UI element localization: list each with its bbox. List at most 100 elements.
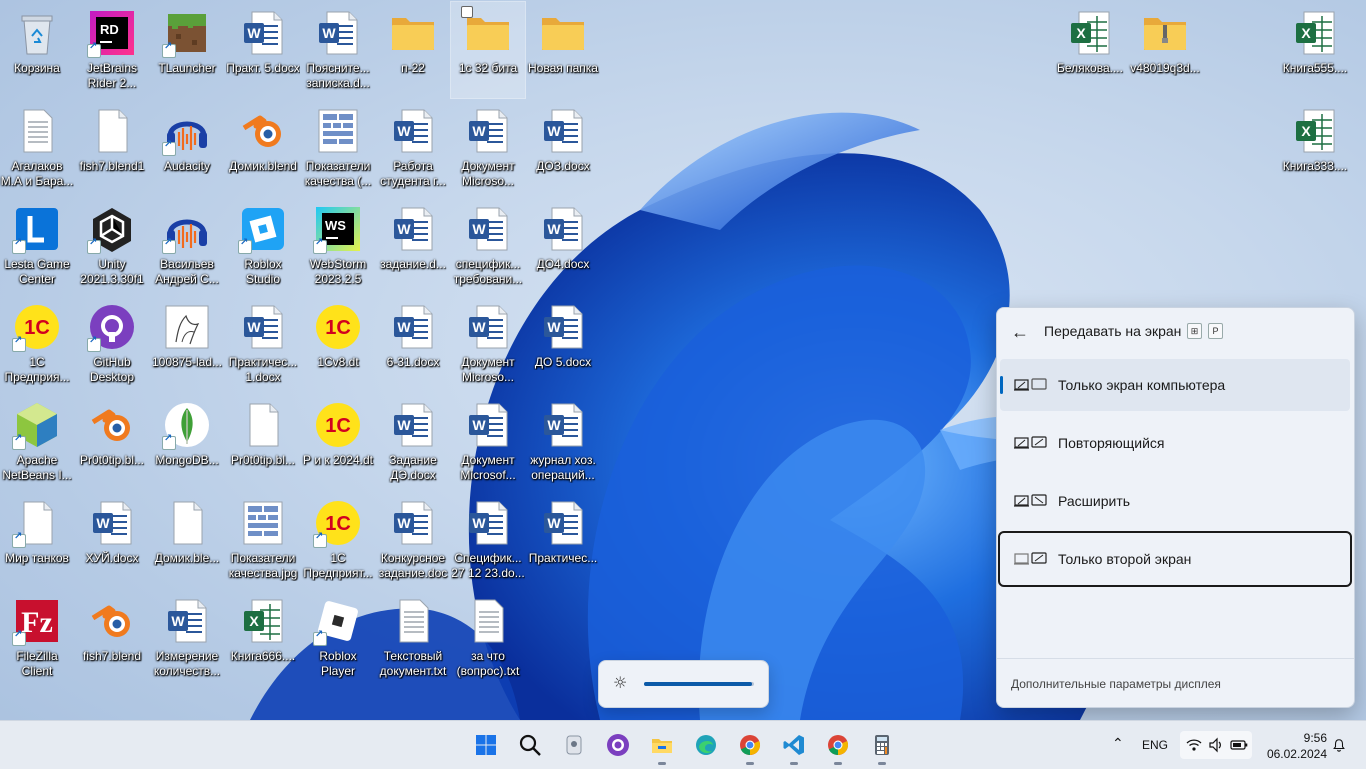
desktop-icon[interactable]: fish7.blend1 xyxy=(75,100,149,196)
desktop-icon-label: Агалаков М.А и Бара... xyxy=(0,159,74,188)
desktop-icon[interactable]: W Измерение количеств... xyxy=(150,590,224,686)
desktop-icon[interactable]: Unity 2021.3.30f1 xyxy=(75,198,149,294)
shortcut-arrow-icon xyxy=(162,139,176,156)
desktop-icon-label: Документ Microso... xyxy=(461,159,515,188)
desktop-icon[interactable]: X Книга666.... xyxy=(226,590,300,686)
desktop-icon[interactable]: 1С Р и к 2024.dt xyxy=(301,394,375,490)
desktop-icon[interactable]: Текстовый документ.txt xyxy=(376,590,450,686)
desktop-icon[interactable]: W ХУЙ.docx xyxy=(75,492,149,588)
back-arrow-icon[interactable]: ← xyxy=(1009,322,1031,344)
desktop-icon[interactable]: MongoDB... xyxy=(150,394,224,490)
desktop-icon[interactable]: X Книга333.... xyxy=(1278,100,1352,196)
running-indicator xyxy=(746,762,754,765)
taskbar-app-unknown[interactable] xyxy=(558,729,590,761)
search-button[interactable] xyxy=(514,729,546,761)
chevron-up-icon[interactable]: ⌃ xyxy=(1112,735,1124,752)
desktop-icon[interactable]: W Поясните... записка.d... xyxy=(301,2,375,98)
desktop-icon[interactable]: Fz FileZilla Client xyxy=(0,590,74,686)
desktop-icon[interactable]: Wспецифик... требовани... xyxy=(451,198,525,294)
start-button[interactable] xyxy=(470,729,502,761)
desktop-icon[interactable]: 1С 1Cv8.dt xyxy=(301,296,375,392)
desktop-icon[interactable]: WS WebStorm 2023.2.5 xyxy=(301,198,375,294)
desktop-icon[interactable]: за что (вопрос).txt xyxy=(451,590,525,686)
clock-date[interactable]: 06.02.2024 xyxy=(1264,747,1327,761)
option-second-screen-only[interactable]: Только второй экран xyxy=(998,531,1352,587)
desktop-icon[interactable]: W Практ. 5.docx xyxy=(226,2,300,98)
desktop-icon[interactable]: W Документ Microso... xyxy=(451,100,525,196)
desktop-icon-label: TLauncher xyxy=(158,61,216,75)
svg-text:W: W xyxy=(397,515,411,531)
option-extend[interactable]: Расширить xyxy=(1000,475,1350,527)
desktop-icon[interactable]: Домик.blend xyxy=(226,100,300,196)
desktop-icon[interactable]: W Документ Microsof... xyxy=(451,394,525,490)
desktop-icon[interactable]: TLauncher xyxy=(150,2,224,98)
desktop-icon[interactable]: Показатели качества (... xyxy=(301,100,375,196)
language-indicator[interactable]: ENG xyxy=(1142,738,1168,752)
word-doc-icon: W xyxy=(238,302,288,352)
desktop-icon[interactable]: Roblox Studio xyxy=(226,198,300,294)
desktop-icon[interactable]: Pr0t0tip.bl... xyxy=(226,394,300,490)
desktop-icon[interactable]: Мир танков xyxy=(0,492,74,588)
taskbar-chrome[interactable] xyxy=(734,729,766,765)
desktop-icon[interactable]: fish7.blend xyxy=(75,590,149,686)
desktop-icon[interactable]: W ДОЗ.docx xyxy=(526,100,600,196)
option-pc-screen-only[interactable]: Только экран компьютера xyxy=(1000,359,1350,411)
desktop-icon[interactable]: Васильев Андрей С... xyxy=(150,198,224,294)
desktop-icon[interactable]: GitHub Desktop xyxy=(75,296,149,392)
desktop-icon[interactable]: Audacity xyxy=(150,100,224,196)
desktop-icon-label: Р и к 2024.dt xyxy=(303,453,373,467)
shortcut-arrow-icon xyxy=(12,335,26,352)
desktop-icon[interactable]: v48019q3d... xyxy=(1128,2,1202,98)
desktop-icon[interactable]: Apache NetBeans I... xyxy=(0,394,74,490)
desktop-icon[interactable]: 1С 1С Предприят... xyxy=(301,492,375,588)
desktop-icon[interactable]: Показатели качества.jpg xyxy=(226,492,300,588)
desktop-icon[interactable]: X Книга555.... xyxy=(1278,2,1352,98)
project-panel-footer: Дополнительные параметры дисплея xyxy=(997,658,1354,707)
desktop-icon[interactable]: W Работа студента г... xyxy=(376,100,450,196)
desktop-icon[interactable]: п-22 xyxy=(376,2,450,98)
notification-bell-icon[interactable] xyxy=(1332,738,1346,752)
desktop-icon[interactable]: Домик.ble... xyxy=(150,492,224,588)
taskbar-calculator[interactable] xyxy=(866,729,898,765)
running-indicator xyxy=(790,762,798,765)
desktop-icon[interactable]: W Конкурсное задание.doc xyxy=(376,492,450,588)
desktop-icon[interactable]: Новая папка xyxy=(526,2,600,98)
desktop-icon-label: 1С Предприя... xyxy=(4,355,70,384)
taskbar-chrome-2[interactable] xyxy=(822,729,854,765)
pc-screen-only-icon xyxy=(1014,378,1047,391)
word-doc-icon: W xyxy=(538,498,588,548)
desktop-icon[interactable]: RD JetBrains Rider 2... xyxy=(75,2,149,98)
desktop-icon[interactable]: W 6-31.docx xyxy=(376,296,450,392)
desktop-icon[interactable]: W Практичес... xyxy=(526,492,600,588)
desktop-icon[interactable]: W ДО4.docx xyxy=(526,198,600,294)
desktop-icon-label: п-22 xyxy=(401,61,425,75)
shortcut-arrow-icon xyxy=(313,629,327,646)
option-duplicate[interactable]: Повторяющийся xyxy=(1000,417,1350,469)
netbeans-icon xyxy=(12,400,62,450)
desktop-icon[interactable]: 100875-lad... xyxy=(150,296,224,392)
desktop-icon[interactable]: Roblox Player xyxy=(301,590,375,686)
desktop-icon[interactable]: W ДО 5.docx xyxy=(526,296,600,392)
desktop-icon[interactable]: Wзадание.d... xyxy=(376,198,450,294)
desktop-icon[interactable]: W Специфик... 27 12 23.do... xyxy=(451,492,525,588)
desktop-icon[interactable]: Агалаков М.А и Бара... xyxy=(0,100,74,196)
desktop-icon-label: Книга333.... xyxy=(1282,159,1348,173)
taskbar-github-desktop[interactable] xyxy=(602,729,634,761)
quick-settings-button[interactable] xyxy=(1180,731,1252,759)
desktop-icon[interactable]: Корзина xyxy=(0,2,74,98)
taskbar-vscode[interactable] xyxy=(778,729,810,765)
desktop-icon[interactable]: 1с 32 бита xyxy=(450,1,526,99)
desktop-icon[interactable]: 1С 1С Предприя... xyxy=(0,296,74,392)
clock-time[interactable]: 9:56 xyxy=(1293,731,1327,745)
desktop-icon[interactable]: W Практичес... 1.docx xyxy=(226,296,300,392)
desktop-icon[interactable]: W Документ Microso... xyxy=(451,296,525,392)
desktop-icon[interactable]: X Белякова.... xyxy=(1053,2,1127,98)
taskbar-edge[interactable] xyxy=(690,729,722,761)
desktop-icon[interactable]: Lesta Game Center xyxy=(0,198,74,294)
brightness-slider[interactable] xyxy=(644,682,754,686)
taskbar-file-explorer[interactable] xyxy=(646,729,678,765)
desktop-icon[interactable]: W Задание ДЭ.docx xyxy=(376,394,450,490)
advanced-display-settings-link[interactable]: Дополнительные параметры дисплея xyxy=(1011,677,1221,691)
desktop-icon[interactable]: Wжурнал хоз. операций... xyxy=(526,394,600,490)
desktop-icon[interactable]: Pr0t0tip.bl... xyxy=(75,394,149,490)
